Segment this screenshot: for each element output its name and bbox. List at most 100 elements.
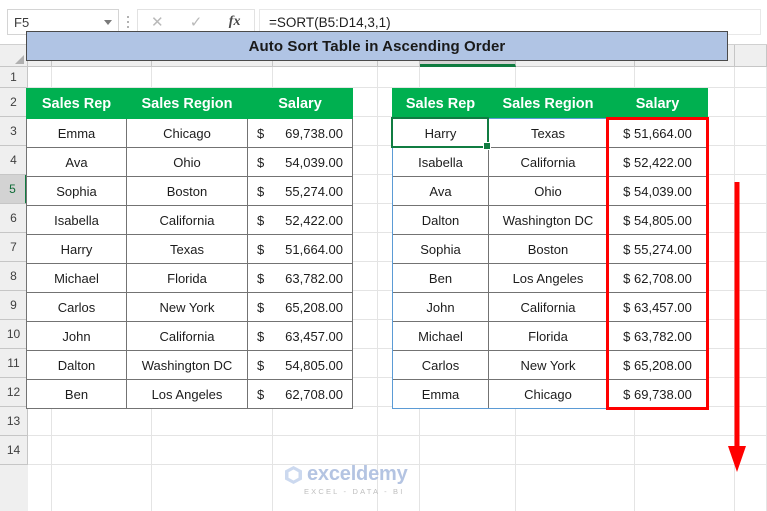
cell-sales-region[interactable]: Washington DC [489, 206, 608, 235]
cell-sales-rep[interactable]: Michael [393, 322, 489, 351]
cell-salary[interactable]: $69,738.00 [248, 119, 353, 148]
cell-salary[interactable]: $62,708.00 [248, 380, 353, 409]
row-header-11[interactable]: 11 [0, 349, 28, 378]
cell-salary[interactable]: $65,208.00 [248, 293, 353, 322]
table-row[interactable]: CarlosNew York$65,208.00 [27, 293, 353, 322]
cell-salary[interactable]: $ 63,457.00 [608, 293, 708, 322]
row-header-4[interactable]: 4 [0, 146, 28, 175]
cell-sales-region[interactable]: New York [489, 351, 608, 380]
row-header-14[interactable]: 14 [0, 436, 28, 465]
table-row[interactable]: IsabellaCalifornia$ 52,422.00 [393, 148, 708, 177]
cell-sales-rep[interactable]: Emma [393, 380, 489, 409]
cell-salary[interactable]: $ 54,805.00 [608, 206, 708, 235]
table-row[interactable]: AvaOhio$ 54,039.00 [393, 177, 708, 206]
table-row[interactable]: BenLos Angeles$ 62,708.00 [393, 264, 708, 293]
cell-sales-rep[interactable]: Sophia [27, 177, 127, 206]
cell-salary[interactable]: $54,039.00 [248, 148, 353, 177]
table-row[interactable]: AvaOhio$54,039.00 [27, 148, 353, 177]
currency-symbol: $ [257, 300, 264, 315]
cell-sales-region[interactable]: Washington DC [127, 351, 248, 380]
cell-sales-region[interactable]: Los Angeles [489, 264, 608, 293]
cell-sales-rep[interactable]: Carlos [27, 293, 127, 322]
cell-sales-rep[interactable]: Ava [393, 177, 489, 206]
sorted-result-table[interactable]: Sales Rep Sales Region Salary HarryTexas… [392, 88, 708, 409]
cell-sales-region[interactable]: California [489, 293, 608, 322]
cell-sales-rep[interactable]: Ava [27, 148, 127, 177]
cell-salary[interactable]: $ 54,039.00 [608, 177, 708, 206]
cell-sales-region[interactable]: Florida [489, 322, 608, 351]
cell-sales-rep[interactable]: Harry [27, 235, 127, 264]
row-header-13[interactable]: 13 [0, 407, 28, 436]
table-row[interactable]: HarryTexas$ 51,664.00 [393, 119, 708, 148]
cell-sales-region[interactable]: Texas [489, 119, 608, 148]
cell-sales-region[interactable]: California [127, 322, 248, 351]
table-row[interactable]: EmmaChicago$ 69,738.00 [393, 380, 708, 409]
cell-salary[interactable]: $54,805.00 [248, 351, 353, 380]
cell-salary[interactable]: $63,457.00 [248, 322, 353, 351]
row-header-6[interactable]: 6 [0, 204, 28, 233]
cell-sales-rep[interactable]: Dalton [393, 206, 489, 235]
cell-sales-rep[interactable]: Michael [27, 264, 127, 293]
row-header-10[interactable]: 10 [0, 320, 28, 349]
cell-sales-region[interactable]: Chicago [127, 119, 248, 148]
table-row[interactable]: JohnCalifornia$63,457.00 [27, 322, 353, 351]
source-data-table[interactable]: Sales Rep Sales Region Salary EmmaChicag… [26, 88, 353, 409]
cell-sales-rep[interactable]: Emma [27, 119, 127, 148]
row-header-12[interactable]: 12 [0, 378, 28, 407]
cell-sales-rep[interactable]: Isabella [393, 148, 489, 177]
row-header-5[interactable]: 5 [0, 175, 28, 204]
cell-sales-region[interactable]: Ohio [127, 148, 248, 177]
cell-salary[interactable]: $ 52,422.00 [608, 148, 708, 177]
row-header-1[interactable]: 1 [0, 67, 28, 88]
table-row[interactable]: MichaelFlorida$ 63,782.00 [393, 322, 708, 351]
table-row[interactable]: CarlosNew York $ 65,208.00 [393, 351, 708, 380]
cell-salary[interactable]: $ 51,664.00 [608, 119, 708, 148]
chevron-down-icon[interactable] [104, 20, 112, 25]
table-row[interactable]: IsabellaCalifornia$52,422.00 [27, 206, 353, 235]
table-row[interactable]: DaltonWashington DC$ 54,805.00 [393, 206, 708, 235]
salary-amount: $ 65,208.00 [623, 358, 692, 373]
cell-salary[interactable]: $ 55,274.00 [608, 235, 708, 264]
cell-sales-region[interactable]: Texas [127, 235, 248, 264]
cell-sales-region[interactable]: Boston [489, 235, 608, 264]
cell-salary[interactable]: $55,274.00 [248, 177, 353, 206]
cell-sales-rep[interactable]: John [393, 293, 489, 322]
select-all-corner[interactable] [0, 45, 28, 67]
cell-sales-region[interactable]: Los Angeles [127, 380, 248, 409]
cell-sales-rep[interactable]: Isabella [27, 206, 127, 235]
cell-sales-region[interactable]: Ohio [489, 177, 608, 206]
table-row[interactable]: DaltonWashington DC$54,805.00 [27, 351, 353, 380]
cell-sales-rep[interactable]: Ben [27, 380, 127, 409]
row-header-2[interactable]: 2 [0, 88, 28, 117]
cell-sales-region[interactable]: California [127, 206, 248, 235]
row-header-9[interactable]: 9 [0, 291, 28, 320]
cell-sales-region[interactable]: Boston [127, 177, 248, 206]
cell-sales-rep[interactable]: Ben [393, 264, 489, 293]
cell-salary[interactable]: $63,782.00 [248, 264, 353, 293]
table-row[interactable]: BenLos Angeles$62,708.00 [27, 380, 353, 409]
cell-sales-rep[interactable]: Harry [393, 119, 489, 148]
cell-sales-rep[interactable]: Sophia [393, 235, 489, 264]
cell-salary[interactable]: $ 62,708.00 [608, 264, 708, 293]
cell-sales-region[interactable]: Florida [127, 264, 248, 293]
cell-salary[interactable]: $51,664.00 [248, 235, 353, 264]
cell-salary[interactable]: $ 63,782.00 [608, 322, 708, 351]
cell-sales-rep[interactable]: John [27, 322, 127, 351]
row-header-8[interactable]: 8 [0, 262, 28, 291]
row-header-7[interactable]: 7 [0, 233, 28, 262]
table-row[interactable]: SophiaBoston$55,274.00 [27, 177, 353, 206]
table-row[interactable]: JohnCalifornia$ 63,457.00 [393, 293, 708, 322]
table-row[interactable]: SophiaBoston$ 55,274.00 [393, 235, 708, 264]
cell-sales-rep[interactable]: Dalton [27, 351, 127, 380]
cell-sales-region[interactable]: Chicago [489, 380, 608, 409]
table-row[interactable]: MichaelFlorida$63,782.00 [27, 264, 353, 293]
row-header-3[interactable]: 3 [0, 117, 28, 146]
cell-salary[interactable]: $ 65,208.00 [608, 351, 708, 380]
cell-sales-region[interactable]: New York [127, 293, 248, 322]
cell-salary[interactable]: $ 69,738.00 [608, 380, 708, 409]
cell-salary[interactable]: $52,422.00 [248, 206, 353, 235]
table-row[interactable]: HarryTexas$51,664.00 [27, 235, 353, 264]
table-row[interactable]: EmmaChicago$69,738.00 [27, 119, 353, 148]
cell-sales-rep[interactable]: Carlos [393, 351, 489, 380]
cell-sales-region[interactable]: California [489, 148, 608, 177]
